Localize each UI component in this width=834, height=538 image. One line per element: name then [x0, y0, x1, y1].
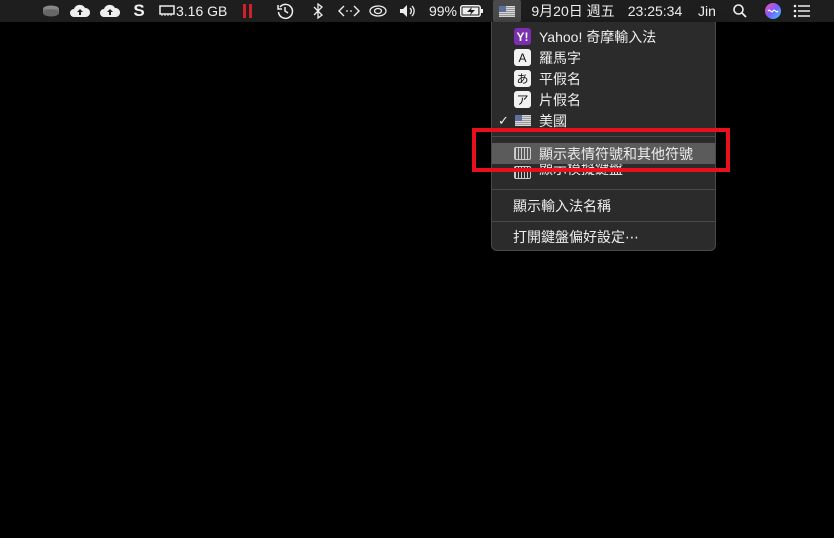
menu-item-hiragana[interactable]: あ 平假名: [492, 68, 715, 89]
time-machine-icon[interactable]: [274, 0, 296, 22]
siri-icon[interactable]: [763, 0, 783, 22]
memory-icon: [158, 0, 176, 22]
s-app-icon[interactable]: S: [130, 0, 148, 22]
checkmark-icon: ✓: [498, 112, 509, 128]
romaji-a-icon: A: [514, 49, 531, 66]
menu-separator: [492, 221, 715, 222]
hiragana-icon: あ: [514, 70, 531, 87]
wifi-orbit-icon[interactable]: [367, 0, 389, 22]
disk-icon[interactable]: [40, 0, 62, 22]
us-flag-icon: [514, 112, 531, 129]
pause-icon[interactable]: [240, 0, 256, 22]
battery-charging-icon[interactable]: [460, 0, 484, 22]
bluetooth-icon[interactable]: [309, 0, 327, 22]
memory-usage[interactable]: 3.16 GB: [176, 0, 228, 22]
user-name[interactable]: Jin: [696, 0, 718, 22]
menu-item-romaji[interactable]: A 羅馬字: [492, 47, 715, 68]
yahoo-icon: Y!: [514, 28, 531, 45]
menu-item-label: Yahoo! 奇摩輸入法: [539, 28, 657, 45]
spotlight-search-icon[interactable]: [730, 0, 750, 22]
menu-item-label: 打開鍵盤偏好設定⋯: [513, 228, 639, 245]
menu-item-show-input-name[interactable]: 顯示輸入法名稱: [492, 195, 715, 216]
menubar-time[interactable]: 23:25:34: [622, 0, 688, 22]
menu-item-label: 羅馬字: [539, 49, 581, 66]
menu-item-label: 顯示輸入法名稱: [513, 197, 611, 214]
cloud-upload-icon-2[interactable]: [98, 0, 122, 22]
menu-item-yahoo[interactable]: Y! Yahoo! 奇摩輸入法: [492, 26, 715, 47]
menu-bar: S 3.16 GB 99% 9月20日 週五 23:25:34 Jin: [0, 0, 834, 22]
notification-center-icon[interactable]: [791, 0, 813, 22]
menu-item-katakana[interactable]: ア 片假名: [492, 89, 715, 110]
menubar-date[interactable]: 9月20日 週五: [528, 0, 618, 22]
katakana-icon: ア: [514, 91, 531, 108]
volume-icon[interactable]: [397, 0, 419, 22]
battery-percent[interactable]: 99%: [428, 0, 458, 22]
menu-item-label: 片假名: [539, 91, 581, 108]
menu-separator: [492, 189, 715, 190]
input-source-flag-icon[interactable]: [493, 0, 521, 22]
code-arrows-icon[interactable]: [337, 0, 361, 22]
annotation-highlight-box: [472, 128, 730, 172]
cloud-upload-icon[interactable]: [68, 0, 92, 22]
menu-item-label: 平假名: [539, 70, 581, 87]
menu-item-open-keyboard-prefs[interactable]: 打開鍵盤偏好設定⋯: [492, 226, 715, 247]
